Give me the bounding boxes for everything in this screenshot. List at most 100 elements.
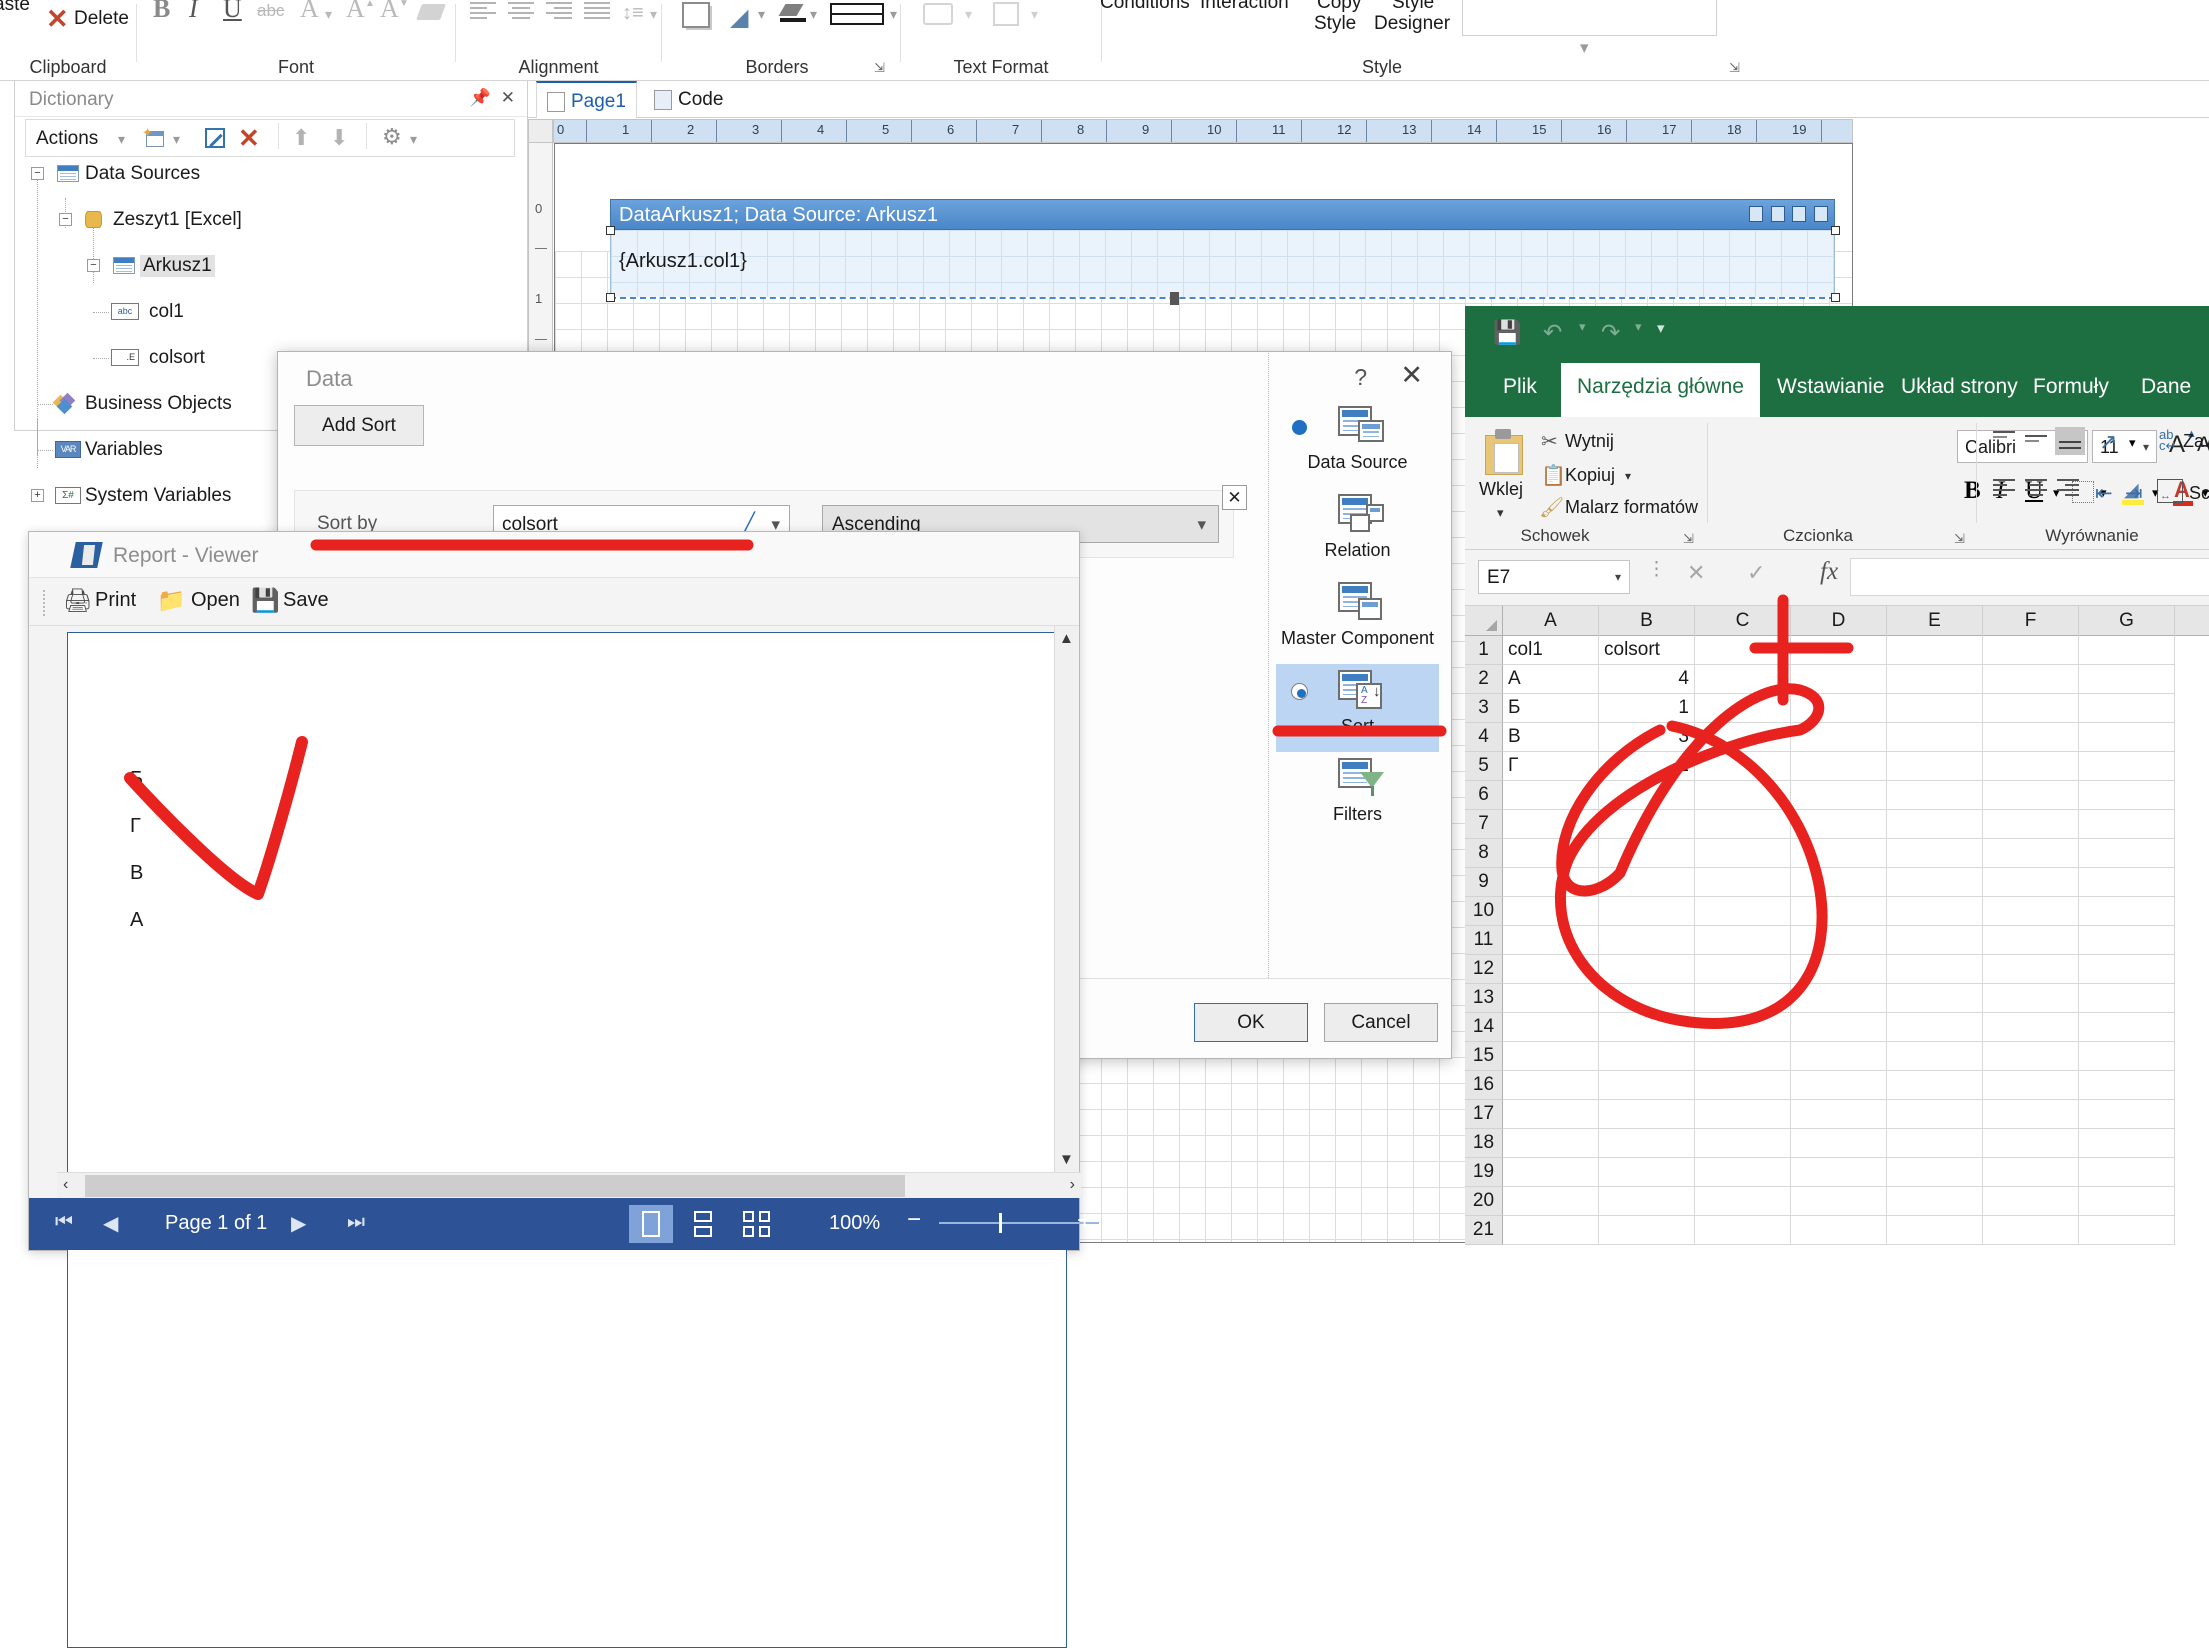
grid-cell[interactable]	[1599, 781, 1695, 810]
row-header[interactable]: 20	[1465, 1187, 1503, 1216]
grid-cell[interactable]	[1983, 1071, 2079, 1100]
row-header[interactable]: 18	[1465, 1129, 1503, 1158]
grid-cell[interactable]	[1791, 1129, 1887, 1158]
grid-cell[interactable]	[1695, 694, 1791, 723]
grid-cell[interactable]	[1791, 955, 1887, 984]
chevron-down-icon[interactable]: ▾	[118, 131, 125, 148]
grid-cell[interactable]	[1791, 839, 1887, 868]
grid-cell[interactable]	[1695, 810, 1791, 839]
strikethrough-icon[interactable]: abc	[257, 1, 284, 21]
resize-handle-bottom-right[interactable]	[1831, 293, 1840, 302]
grid-cell[interactable]	[1791, 984, 1887, 1013]
grid-cell[interactable]	[1695, 868, 1791, 897]
band-drag-handle[interactable]	[1170, 292, 1179, 305]
dialog-titlebar[interactable]: Data ? ✕	[278, 352, 1451, 404]
grid-cell[interactable]	[1983, 839, 2079, 868]
grid-cell[interactable]	[1983, 984, 2079, 1013]
last-page-icon[interactable]: ⏭	[347, 1211, 365, 1234]
grid-cell[interactable]	[1887, 723, 1983, 752]
grid-cell[interactable]: 2	[1599, 752, 1695, 781]
font-name-icon[interactable]: A	[300, 0, 319, 24]
gear-icon[interactable]: ⚙	[382, 124, 402, 150]
grid-cell[interactable]	[2079, 665, 2175, 694]
border-fill-icon[interactable]: ◢	[730, 3, 748, 32]
tab-code[interactable]: Code	[644, 81, 733, 118]
tab-dane[interactable]: Dane	[2125, 363, 2207, 417]
border-color-icon[interactable]	[778, 4, 806, 22]
row-header[interactable]: 17	[1465, 1100, 1503, 1129]
grid-cell[interactable]	[1695, 1187, 1791, 1216]
grid-cell[interactable]	[1983, 897, 2079, 926]
style-dialog-launcher[interactable]: ⇲	[1729, 60, 1743, 75]
grid-cell[interactable]	[1887, 1100, 1983, 1129]
row-header[interactable]: 11	[1465, 926, 1503, 955]
grid-cell[interactable]: colsort	[1599, 636, 1695, 665]
band-button-1[interactable]	[1749, 206, 1764, 222]
mode-item-data-source[interactable]: Data Source	[1276, 400, 1439, 488]
grid-cell[interactable]	[2079, 984, 2175, 1013]
align-justify-icon[interactable]	[584, 2, 610, 22]
scrollbar-thumb[interactable]	[85, 1175, 905, 1197]
grid-cell[interactable]	[2079, 1158, 2175, 1187]
grid-cell[interactable]	[1503, 839, 1599, 868]
chevron-down-icon[interactable]: ▾	[2129, 435, 2136, 451]
add-sort-button[interactable]: Add Sort	[294, 405, 424, 446]
bold-icon[interactable]: B	[153, 0, 170, 24]
column-header-c[interactable]: C	[1695, 606, 1791, 636]
grid-cell[interactable]	[1887, 1013, 1983, 1042]
grid-cell[interactable]	[1887, 1187, 1983, 1216]
grid-cell[interactable]	[1503, 1042, 1599, 1071]
grid-cell[interactable]	[2079, 1013, 2175, 1042]
grid-cell[interactable]	[1695, 1042, 1791, 1071]
grid-cell[interactable]	[1695, 1013, 1791, 1042]
first-page-icon[interactable]: ⏮	[55, 1211, 73, 1234]
row-header[interactable]: 7	[1465, 810, 1503, 839]
align-right-icon[interactable]	[2057, 479, 2083, 499]
row-header[interactable]: 6	[1465, 781, 1503, 810]
grid-cell[interactable]	[2079, 636, 2175, 665]
grid-cell[interactable]: 4	[1599, 665, 1695, 694]
grid-cell[interactable]	[1791, 665, 1887, 694]
row-header[interactable]: 5	[1465, 752, 1503, 781]
cancel-button[interactable]: Cancel	[1324, 1003, 1438, 1042]
format-painter-label[interactable]: Malarz formatów	[1565, 497, 1698, 518]
grid-cell[interactable]	[1695, 955, 1791, 984]
grid-cell[interactable]	[1695, 984, 1791, 1013]
row-header[interactable]: 2	[1465, 665, 1503, 694]
wrap-text-label[interactable]: Zawi	[2183, 431, 2209, 452]
grid-cell[interactable]	[1503, 781, 1599, 810]
pin-icon[interactable]: 📌	[470, 88, 491, 108]
italic-icon[interactable]: I	[189, 0, 198, 24]
scroll-left-icon[interactable]: ‹	[63, 1176, 68, 1194]
grid-cell[interactable]	[2079, 1071, 2175, 1100]
grid-cell[interactable]	[2079, 1187, 2175, 1216]
grid-cell[interactable]	[1887, 752, 1983, 781]
grid-cell[interactable]	[2079, 897, 2175, 926]
grid-cell[interactable]	[1887, 665, 1983, 694]
tree-expander[interactable]: −	[87, 259, 100, 272]
grid-cell[interactable]	[1887, 868, 1983, 897]
delete-x-icon[interactable]: ✕	[46, 4, 69, 35]
save-disk-icon[interactable]: 💾	[1493, 319, 1522, 346]
tree-item-col1[interactable]: abc col1	[27, 301, 527, 324]
grid-cell[interactable]	[1599, 1129, 1695, 1158]
accept-formula-icon[interactable]: ✓	[1747, 560, 1765, 586]
copy-icon[interactable]: 📋	[1541, 463, 1566, 488]
copy-button-label[interactable]: Kopiuj	[1565, 465, 1615, 486]
clipboard-dialog-launcher[interactable]: ⇲	[1683, 531, 1697, 546]
radio-sort[interactable]	[1292, 684, 1307, 699]
align-top-icon[interactable]	[1993, 431, 2019, 451]
data-band-buttons[interactable]	[1747, 206, 1828, 229]
grid-cell[interactable]	[1599, 1013, 1695, 1042]
copy-style-button-line1[interactable]: Copy	[1317, 0, 1361, 14]
tree-expander[interactable]: +	[31, 489, 44, 502]
grid-cell[interactable]	[1983, 926, 2079, 955]
previous-page-icon[interactable]: ◀	[103, 1211, 118, 1236]
border-style-icon[interactable]	[830, 3, 884, 25]
grid-cell[interactable]	[1599, 897, 1695, 926]
grid-cell[interactable]	[1791, 1187, 1887, 1216]
save-disk-icon[interactable]: 💾	[251, 587, 280, 614]
grid-cell[interactable]	[1599, 926, 1695, 955]
scroll-down-icon[interactable]: ▼	[1059, 1151, 1074, 1168]
grid-cell[interactable]	[1887, 1158, 1983, 1187]
